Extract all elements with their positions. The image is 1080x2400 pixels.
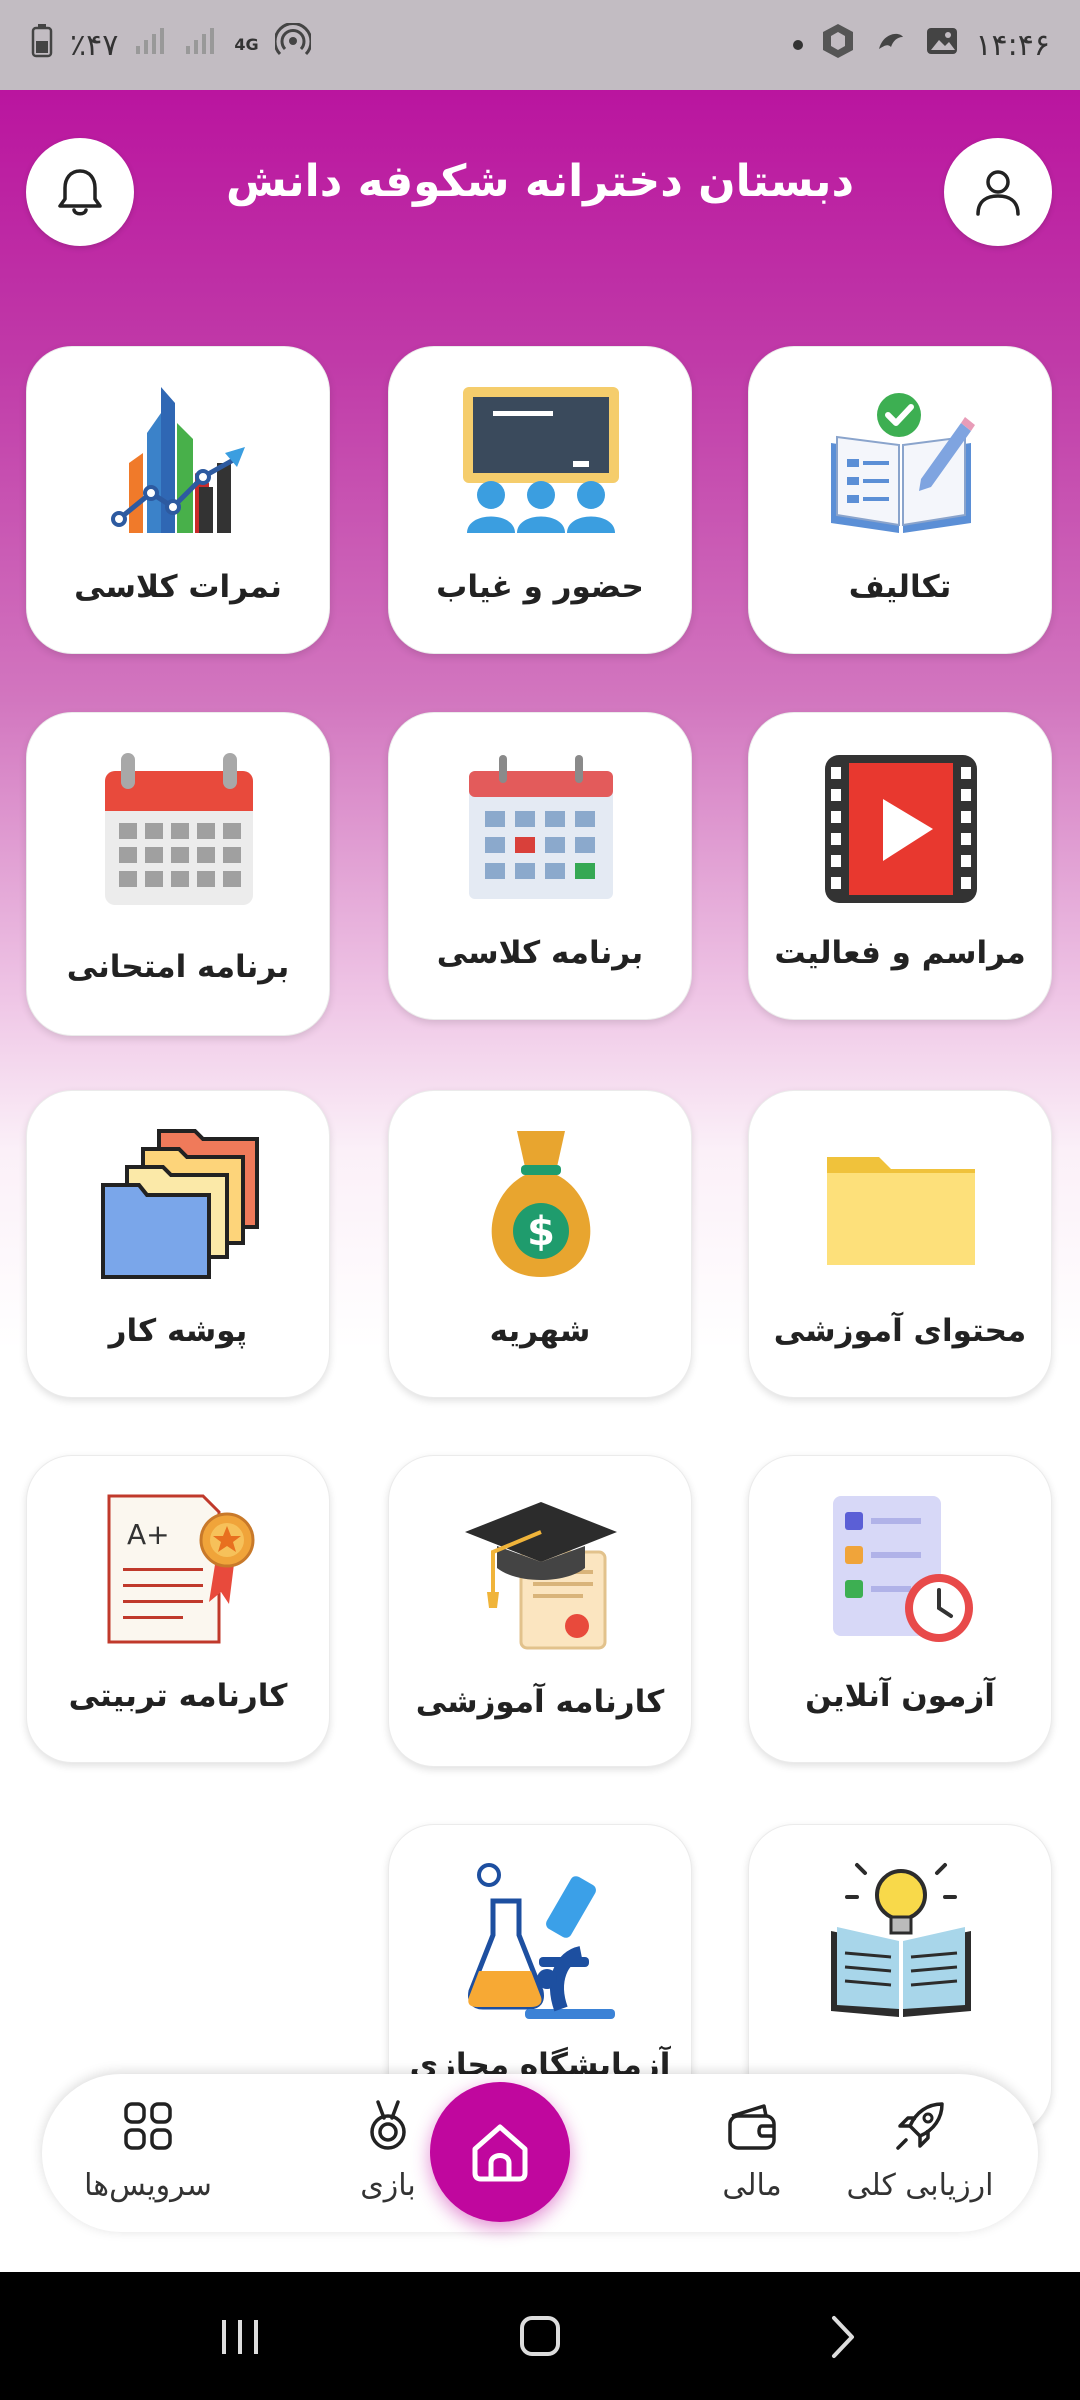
bulb-book-icon [831, 1863, 971, 2017]
signal-icon-2 [184, 26, 218, 64]
tile-label: کارنامه تربیتی [68, 1678, 288, 1714]
tile-class-schedule[interactable]: برنامه کلاسی [388, 712, 692, 1020]
notification-dot-icon [793, 40, 804, 50]
homework-book-icon [831, 393, 975, 533]
tile-attendance[interactable]: حضور و غیاب [388, 346, 692, 654]
services-grid-icon [124, 2102, 172, 2150]
notifications-button[interactable] [26, 138, 134, 246]
tile-label: حضور و غیاب [436, 569, 644, 605]
online-exam-icon [833, 1496, 973, 1642]
status-bar: ٪۴۷ 4G ۱۴:۴۶ [0, 0, 1080, 90]
app-hexagon-icon [819, 22, 857, 68]
tile-label: نمرات کلاسی [74, 569, 282, 605]
lab-microscope-icon [468, 1863, 615, 2019]
tile-label: پوشه کار [108, 1313, 248, 1349]
rocket-icon [896, 2102, 944, 2150]
tile-tuition[interactable]: $ شهریه [388, 1090, 692, 1398]
signal-icon [134, 26, 168, 64]
nav-services[interactable]: سرویس‌ها [48, 2074, 248, 2232]
tile-label: محتوای آموزشی [773, 1313, 1027, 1349]
system-home-icon [520, 2316, 560, 2356]
recent-apps-icon [222, 2320, 258, 2354]
tile-label: آزمون آنلاین [805, 1678, 995, 1714]
home-button[interactable] [430, 2082, 570, 2222]
tile-ceremonies[interactable]: مراسم و فعالیت [748, 712, 1052, 1020]
tile-homework[interactable]: تکالیف [748, 346, 1052, 654]
status-left: ٪۴۷ 4G [30, 22, 313, 67]
nav-label: مالی [722, 2168, 782, 2203]
tile-behavior-report[interactable]: A+ کارنامه تربیتی [26, 1455, 330, 1763]
clock: ۱۴:۴۶ [975, 27, 1050, 63]
svg-text:A+: A+ [127, 1518, 170, 1551]
svg-text:$: $ [527, 1209, 555, 1255]
graduation-cap-icon [465, 1502, 617, 1650]
tile-educational-content[interactable]: محتوای آموزشی [748, 1090, 1052, 1398]
hotspot-icon [273, 22, 313, 67]
tile-label: مراسم و فعالیت [774, 935, 1026, 971]
gallery-icon [925, 26, 959, 64]
system-home-button[interactable] [510, 2312, 570, 2362]
network-type: 4G [234, 35, 259, 54]
system-navigation-bar [0, 2272, 1080, 2400]
nav-financial[interactable]: مالی [652, 2074, 852, 2232]
certificate-icon: A+ [107, 1494, 255, 1644]
tile-label: شهریه [489, 1313, 591, 1349]
grades-chart-icon [111, 387, 245, 533]
tile-label: برنامه کلاسی [436, 935, 644, 971]
page-title: دبستان دخترانه شکوفه دانش [225, 156, 855, 207]
medal-icon [370, 2100, 406, 2150]
battery-percent: ٪۴۷ [70, 27, 119, 63]
back-icon [832, 2316, 854, 2358]
tile-exam-schedule[interactable]: برنامه امتحانی [26, 712, 330, 1036]
wallet-icon [728, 2104, 776, 2150]
tile-label: تکالیف [848, 569, 952, 605]
money-bag-icon: $ [491, 1131, 591, 1277]
tile-online-exam[interactable]: آزمون آنلاین [748, 1455, 1052, 1763]
back-button[interactable] [812, 2312, 872, 2362]
battery-icon [30, 24, 54, 66]
nav-label: سرویس‌ها [84, 2168, 212, 2203]
exam-calendar-icon [105, 753, 253, 905]
folder-icon [827, 1157, 975, 1265]
attendance-class-icon [463, 387, 619, 533]
recent-apps-button[interactable] [210, 2312, 270, 2362]
video-play-icon [825, 755, 977, 903]
tile-academic-report[interactable]: کارنامه آموزشی [388, 1455, 692, 1767]
tile-grades[interactable]: نمرات کلاسی [26, 346, 330, 654]
user-icon [976, 170, 1020, 216]
tile-label: برنامه امتحانی [66, 949, 290, 985]
stacked-folders-icon [101, 1129, 259, 1279]
tile-label: کارنامه آموزشی [415, 1684, 665, 1720]
app-header: دبستان دخترانه شکوفه دانش [0, 90, 1080, 290]
bell-icon [58, 169, 102, 216]
tile-portfolio[interactable]: پوشه کار [26, 1090, 330, 1398]
profile-button[interactable] [944, 138, 1052, 246]
home-icon [472, 2124, 528, 2182]
app-bird-icon [873, 23, 909, 67]
class-calendar-icon [469, 755, 613, 899]
status-right: ۱۴:۴۶ [793, 22, 1050, 68]
